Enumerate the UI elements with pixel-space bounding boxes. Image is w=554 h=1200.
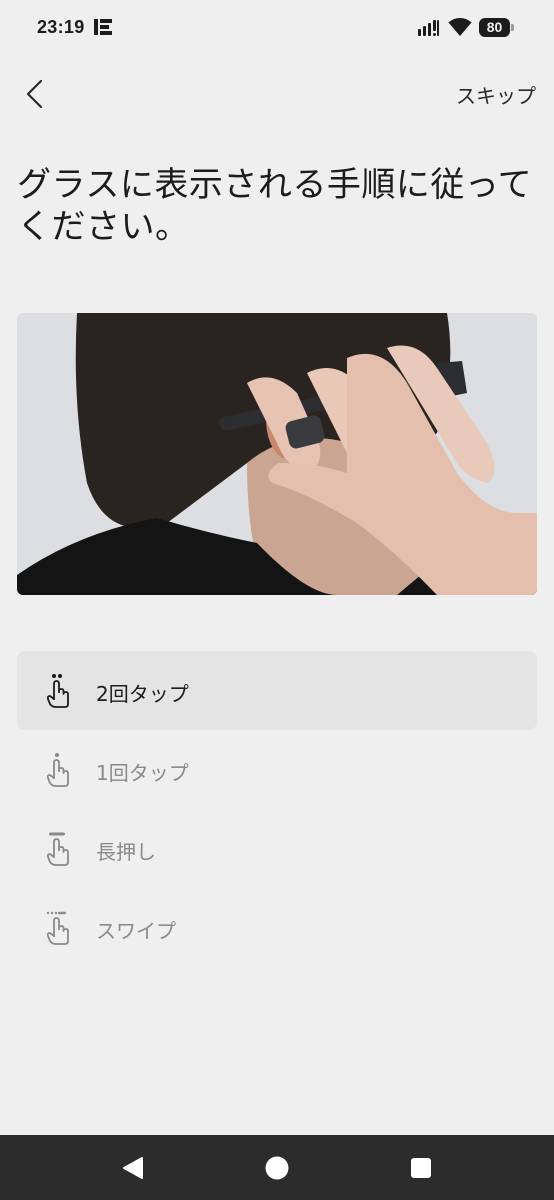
single-tap-icon <box>46 753 69 787</box>
gesture-item-double-tap[interactable]: 2回タップ <box>17 651 537 730</box>
double-tap-icon <box>46 674 69 708</box>
gesture-item-single-tap[interactable]: 1回タップ <box>17 730 537 809</box>
back-button[interactable] <box>18 74 54 114</box>
square-recents-icon[interactable] <box>408 1155 434 1181</box>
status-bar: 23:19 80 <box>0 0 554 56</box>
long-press-icon <box>46 832 69 866</box>
triangle-back-icon[interactable] <box>120 1155 146 1181</box>
wifi-icon <box>448 17 472 41</box>
signal-icon <box>418 20 440 40</box>
gesture-label: 1回タップ <box>96 761 189 785</box>
swipe-icon <box>46 911 69 945</box>
status-time: 23:19 <box>37 17 85 37</box>
glasses-illustration-photo <box>17 313 537 595</box>
gesture-item-long-press[interactable]: 長押し <box>17 809 537 888</box>
system-navigation-bar <box>0 1135 554 1200</box>
gesture-label: 2回タップ <box>96 682 189 706</box>
battery-nub <box>511 24 514 31</box>
battery-indicator: 80 <box>479 18 510 37</box>
page-title: グラスに表示される手順に従ってください。 <box>17 165 533 247</box>
gesture-item-swipe[interactable]: スワイプ <box>17 888 537 967</box>
circle-home-icon[interactable] <box>264 1155 290 1181</box>
chevron-left-icon <box>26 79 43 109</box>
skip-button[interactable]: スキップ <box>456 80 536 109</box>
list-app-icon <box>94 19 112 39</box>
gesture-label: スワイプ <box>96 919 176 943</box>
gesture-list: 2回タップ 1回タップ 長押し スワイプ <box>17 651 537 967</box>
gesture-label: 長押し <box>96 840 156 864</box>
